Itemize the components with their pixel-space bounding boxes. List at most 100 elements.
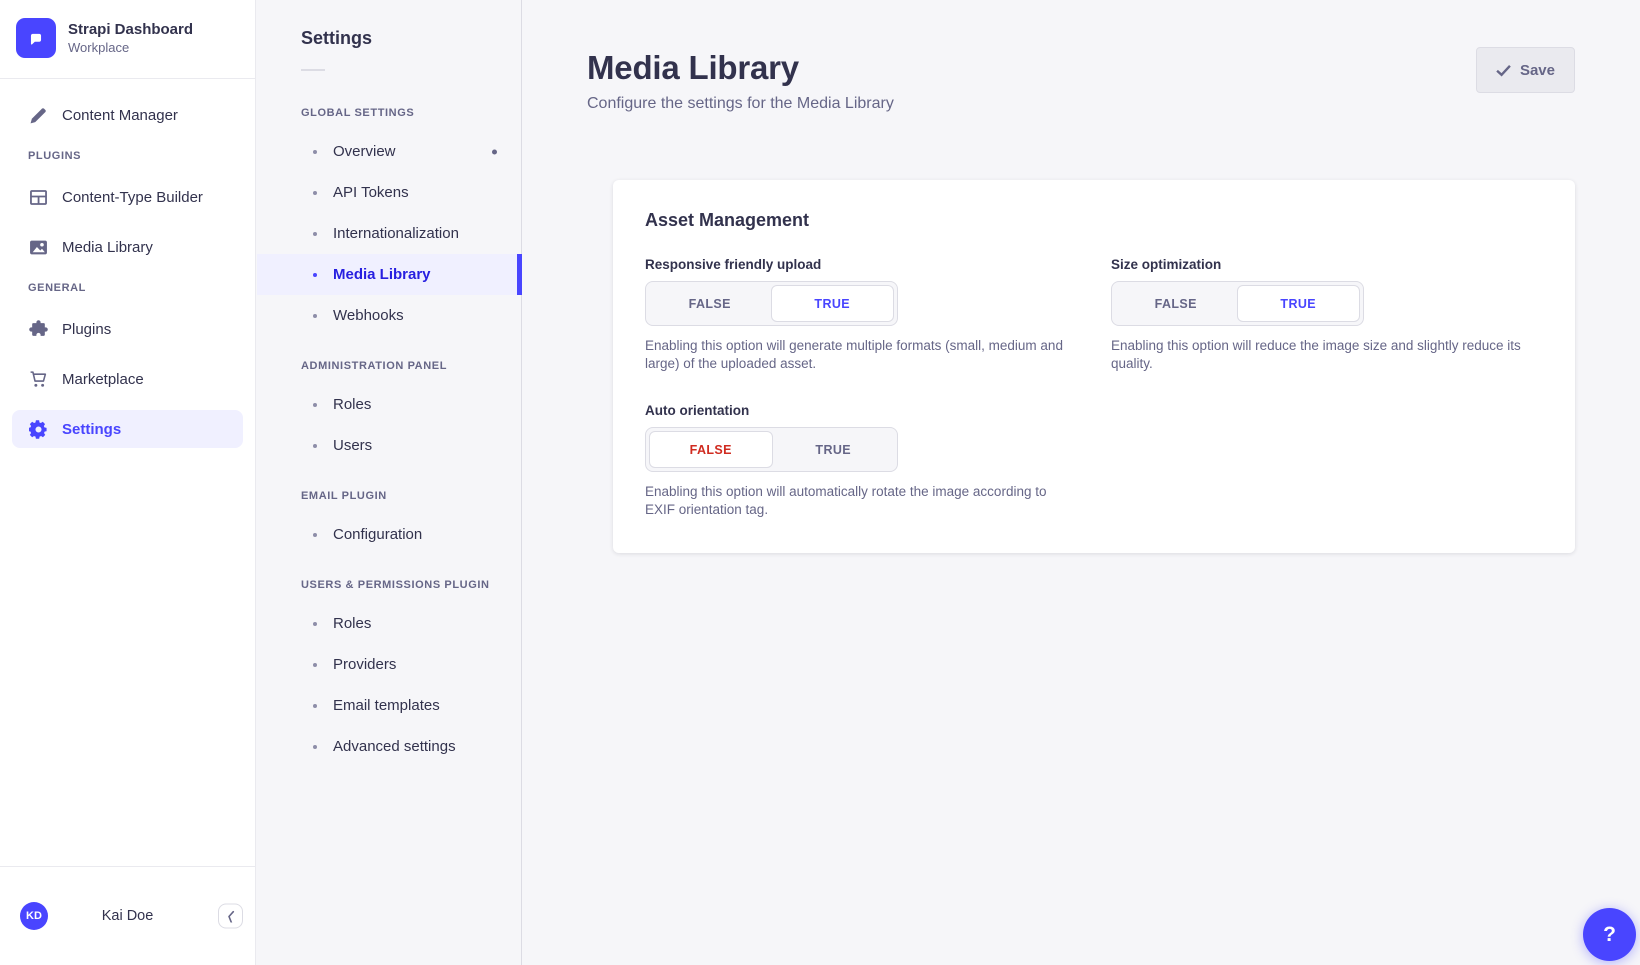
field-label: Size optimization: [1111, 257, 1543, 272]
subnav-divider: [301, 69, 325, 71]
subnav-item-label: Users: [333, 437, 372, 454]
size-optimization-toggle: FALSE TRUE: [1111, 281, 1364, 326]
sidebar-item-label: Marketplace: [62, 371, 144, 388]
sidebar-item-label: Settings: [62, 421, 121, 438]
main-sidebar: Strapi Dashboard Workplace Content Manag…: [0, 0, 256, 965]
sidebar-item-content-manager[interactable]: Content Manager: [12, 96, 243, 134]
subnav-item-label: Roles: [333, 615, 371, 632]
gear-icon: [28, 420, 48, 439]
subnav-item-configuration[interactable]: Configuration: [257, 514, 521, 555]
chevron-left-icon: [227, 910, 235, 922]
subnav-section-administration-panel: ADMINISTRATION PANEL Roles Users: [257, 360, 521, 466]
main-content: Media Library Configure the settings for…: [523, 0, 1640, 965]
toggle-true-option[interactable]: TRUE: [1237, 285, 1361, 322]
bullet-icon: [313, 232, 317, 236]
sidebar-item-plugins[interactable]: Plugins: [12, 310, 243, 348]
subnav-item-label: Configuration: [333, 526, 422, 543]
brand-text: Strapi Dashboard Workplace: [68, 21, 193, 55]
puzzle-icon: [28, 320, 48, 339]
bullet-icon: [313, 314, 317, 318]
sidebar-nav: Content Manager PLUGINS Content-Type Bui…: [0, 79, 255, 866]
subnav-item-label: Overview: [333, 143, 396, 160]
sidebar-item-label: Plugins: [62, 321, 111, 338]
responsive-upload-toggle: FALSE TRUE: [645, 281, 898, 326]
strapi-logo-icon: [16, 18, 56, 58]
subnav-item-internationalization[interactable]: Internationalization: [257, 213, 521, 254]
subnav-section-global-settings: GLOBAL SETTINGS Overview API Tokens Inte…: [257, 107, 521, 336]
subnav-item-label: Roles: [333, 396, 371, 413]
subnav-item-label: Webhooks: [333, 307, 404, 324]
toggle-true-option[interactable]: TRUE: [773, 431, 895, 468]
subnav-item-label: API Tokens: [333, 184, 409, 201]
subnav-section-users-permissions: USERS & PERMISSIONS PLUGIN Roles Provide…: [257, 579, 521, 767]
page-header: Media Library Configure the settings for…: [523, 0, 1640, 113]
brand[interactable]: Strapi Dashboard Workplace: [0, 0, 255, 79]
card-title: Asset Management: [645, 210, 1543, 231]
brand-title: Strapi Dashboard: [68, 21, 193, 38]
toggle-option-label: FALSE: [1155, 297, 1197, 311]
subnav-item-media-library[interactable]: Media Library: [257, 254, 521, 295]
toggle-option-label: FALSE: [690, 443, 732, 457]
subnav-item-label: Media Library: [333, 266, 431, 283]
subnav-section-email-plugin: EMAIL PLUGIN Configuration: [257, 490, 521, 555]
subnav-item-up-roles[interactable]: Roles: [257, 603, 521, 644]
cart-icon: [28, 370, 48, 389]
nav-section-plugins: PLUGINS: [28, 150, 227, 162]
nav-section-general: GENERAL: [28, 282, 227, 294]
save-button[interactable]: Save: [1476, 47, 1575, 93]
notification-dot-icon: [492, 149, 497, 154]
page-subtitle: Configure the settings for the Media Lib…: [587, 95, 1576, 113]
settings-grid: Responsive friendly upload FALSE TRUE En…: [645, 257, 1543, 519]
subnav-item-label: Providers: [333, 656, 396, 673]
sidebar-item-media-library[interactable]: Media Library: [12, 228, 243, 266]
subnav-item-label: Internationalization: [333, 225, 459, 242]
subnav-item-webhooks[interactable]: Webhooks: [257, 295, 521, 336]
asset-management-card: Asset Management Responsive friendly upl…: [613, 180, 1575, 553]
field-size-optimization: Size optimization FALSE TRUE Enabling th…: [1111, 257, 1543, 373]
subnav-section-label: GLOBAL SETTINGS: [301, 107, 497, 119]
bullet-icon: [313, 745, 317, 749]
subnav-item-label: Email templates: [333, 697, 440, 714]
toggle-false-option[interactable]: FALSE: [1115, 285, 1237, 322]
page-title: Media Library: [587, 50, 1576, 86]
bullet-icon: [313, 403, 317, 407]
toggle-option-label: TRUE: [814, 297, 850, 311]
auto-orientation-toggle: FALSE TRUE: [645, 427, 898, 472]
sidebar-item-label: Media Library: [62, 239, 153, 256]
toggle-true-option[interactable]: TRUE: [771, 285, 895, 322]
sidebar-item-settings[interactable]: Settings: [12, 410, 243, 448]
subnav-item-email-templates[interactable]: Email templates: [257, 685, 521, 726]
subnav-item-admin-roles[interactable]: Roles: [257, 384, 521, 425]
bullet-icon: [313, 444, 317, 448]
bullet-icon: [313, 622, 317, 626]
user-name: Kai Doe: [0, 908, 255, 924]
subnav-item-advanced-settings[interactable]: Advanced settings: [257, 726, 521, 767]
field-auto-orientation: Auto orientation FALSE TRUE Enabling thi…: [645, 403, 1077, 519]
sidebar-item-content-type-builder[interactable]: Content-Type Builder: [12, 178, 243, 216]
subnav-section-label: ADMINISTRATION PANEL: [301, 360, 497, 372]
toggle-false-option[interactable]: FALSE: [649, 285, 771, 322]
collapse-sidebar-button[interactable]: [218, 904, 243, 929]
subnav-item-overview[interactable]: Overview: [257, 131, 521, 172]
image-icon: [28, 238, 48, 257]
settings-subnav: Settings GLOBAL SETTINGS Overview API To…: [257, 0, 522, 965]
sidebar-item-label: Content Manager: [62, 107, 178, 124]
field-responsive-friendly-upload: Responsive friendly upload FALSE TRUE En…: [645, 257, 1077, 373]
sidebar-item-label: Content-Type Builder: [62, 189, 203, 206]
bullet-icon: [313, 704, 317, 708]
field-description: Enabling this option will automatically …: [645, 483, 1070, 519]
layout-icon: [28, 188, 48, 207]
toggle-false-option[interactable]: FALSE: [649, 431, 773, 468]
sidebar-item-marketplace[interactable]: Marketplace: [12, 360, 243, 398]
field-label: Auto orientation: [645, 403, 1077, 418]
field-description: Enabling this option will generate multi…: [645, 337, 1070, 373]
subnav-section-label: EMAIL PLUGIN: [301, 490, 497, 502]
toggle-option-label: FALSE: [689, 297, 731, 311]
help-button-label: ?: [1603, 923, 1616, 947]
subnav-item-users[interactable]: Users: [257, 425, 521, 466]
subnav-item-api-tokens[interactable]: API Tokens: [257, 172, 521, 213]
help-button[interactable]: ?: [1583, 908, 1636, 961]
bullet-icon: [313, 533, 317, 537]
subnav-item-providers[interactable]: Providers: [257, 644, 521, 685]
toggle-option-label: TRUE: [815, 443, 851, 457]
